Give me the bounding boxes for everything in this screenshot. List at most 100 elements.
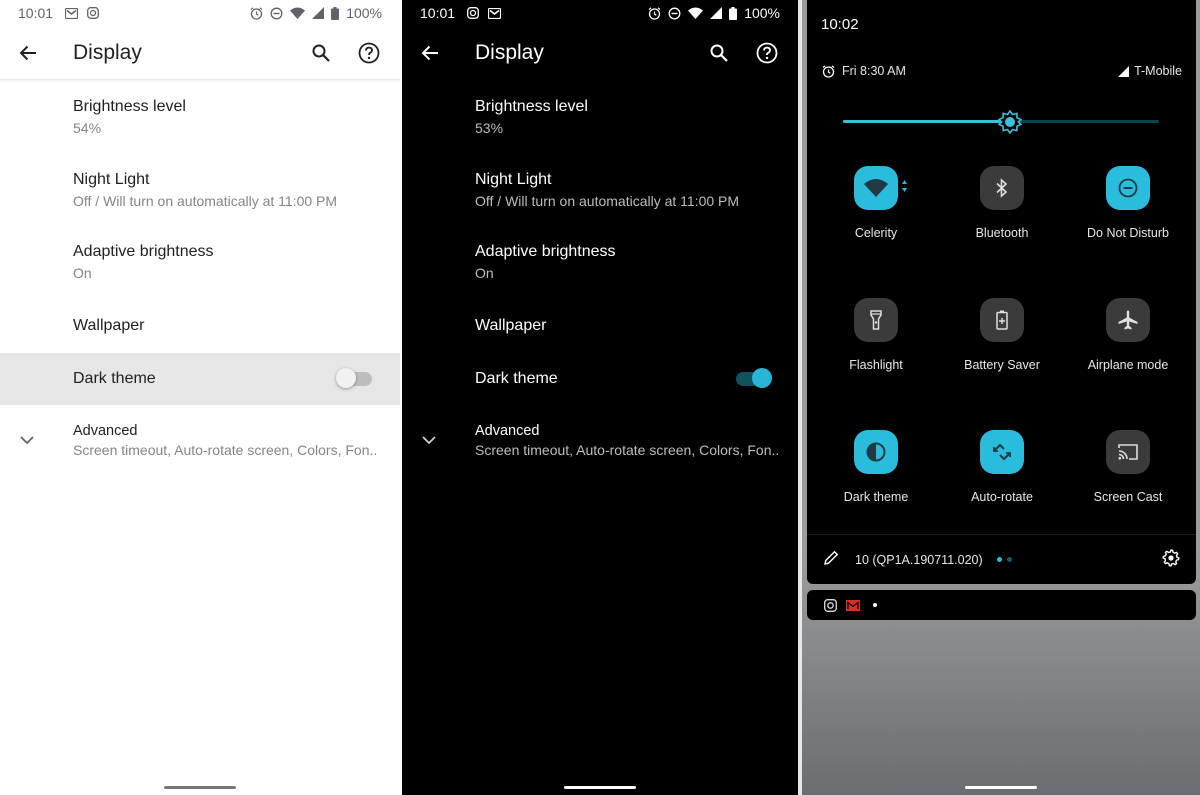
tile-icon-bg xyxy=(1106,166,1150,210)
tile-wifi[interactable]: Celerity xyxy=(813,166,939,298)
dark-theme-toggle[interactable] xyxy=(336,367,372,388)
item-title: Brightness level xyxy=(73,98,186,116)
gmail-icon xyxy=(65,7,79,19)
gesture-nav-bar[interactable] xyxy=(164,786,236,789)
alarm-time: Fri 8:30 AM xyxy=(842,64,906,78)
cell-signal-icon xyxy=(1118,65,1130,77)
qs-header-row: Fri 8:30 AM T-Mobile xyxy=(822,64,1182,78)
tile-label: Celerity xyxy=(854,226,898,240)
item-title: Night Light xyxy=(73,170,150,188)
item-subtitle: 53% xyxy=(475,120,504,137)
carrier-name: T-Mobile xyxy=(1134,64,1182,78)
gmail-icon xyxy=(488,7,502,19)
alarm-icon xyxy=(250,6,263,20)
dark-theme-item[interactable]: Dark theme xyxy=(0,352,400,405)
qs-footer: 10 (QP1A.190711.020) xyxy=(807,534,1196,584)
battery-icon xyxy=(331,6,340,20)
adaptive-brightness-item[interactable]: Adaptive brightness On xyxy=(402,226,798,299)
tile-airplane-mode[interactable]: Airplane mode xyxy=(1065,298,1191,430)
tile-bluetooth[interactable]: Bluetooth xyxy=(939,166,1065,298)
tile-do-not-disturb[interactable]: Do Not Disturb xyxy=(1065,166,1191,298)
slider-fill xyxy=(843,120,1011,123)
item-subtitle: Screen timeout, Auto-rotate screen, Colo… xyxy=(73,442,378,458)
advanced-item[interactable]: Advanced Screen timeout, Auto-rotate scr… xyxy=(402,405,798,477)
item-title: Adaptive brightness xyxy=(475,243,616,261)
night-light-item[interactable]: Night Light Off / Will turn on automatic… xyxy=(0,154,400,227)
brightness-level-item[interactable]: Brightness level 54% xyxy=(0,81,400,154)
battery-percent: 100% xyxy=(744,5,780,21)
instagram-icon xyxy=(824,598,837,612)
brightness-slider[interactable] xyxy=(843,109,1159,135)
instagram-icon xyxy=(87,7,99,19)
tile-battery-saver[interactable]: Battery Saver xyxy=(939,298,1065,430)
dark-theme-item[interactable]: Dark theme xyxy=(402,353,798,405)
page-dot xyxy=(1006,557,1012,562)
edit-tiles-button[interactable] xyxy=(823,550,839,569)
instagram-icon xyxy=(467,7,479,19)
night-light-item[interactable]: Night Light Off / Will turn on automatic… xyxy=(402,154,798,227)
search-button[interactable] xyxy=(704,38,734,68)
data-activity-icon xyxy=(902,180,907,192)
advanced-item[interactable]: Advanced Screen timeout, Auto-rotate scr… xyxy=(0,405,400,477)
status-bar: 10:01 100% xyxy=(0,0,400,26)
build-number[interactable]: 10 (QP1A.190711.020) xyxy=(855,553,983,567)
auto-rotate-icon xyxy=(993,443,1011,461)
status-bar: 10:01 100% xyxy=(402,0,798,26)
cell-signal-icon xyxy=(710,7,723,19)
gesture-nav-bar[interactable] xyxy=(965,786,1037,789)
brightness-knob-icon[interactable] xyxy=(998,109,1023,135)
tile-label: Auto-rotate xyxy=(971,490,1033,504)
page-title: Display xyxy=(475,41,544,64)
tile-label: Airplane mode xyxy=(1087,358,1169,372)
do-not-disturb-icon xyxy=(270,7,283,20)
page-indicator xyxy=(996,557,1012,562)
battery-icon xyxy=(729,6,738,20)
help-icon xyxy=(756,42,778,64)
dark-theme-toggle[interactable] xyxy=(736,367,772,388)
item-title: Adaptive brightness xyxy=(73,243,214,261)
tile-icon-bg xyxy=(854,166,907,210)
notification-bar[interactable] xyxy=(807,590,1196,620)
tile-icon-bg xyxy=(1106,298,1150,342)
adaptive-brightness-item[interactable]: Adaptive brightness On xyxy=(0,226,400,299)
wallpaper-item[interactable]: Wallpaper xyxy=(0,299,400,353)
help-button[interactable] xyxy=(354,38,384,68)
search-button[interactable] xyxy=(306,38,336,68)
flashlight-icon xyxy=(870,310,882,330)
qs-clock: 10:02 xyxy=(821,16,859,33)
gmail-icon xyxy=(846,599,860,611)
alarm-icon xyxy=(648,6,661,20)
help-icon xyxy=(358,42,380,63)
app-bar: Display xyxy=(0,26,400,80)
gesture-nav-bar[interactable] xyxy=(564,786,636,789)
status-time: 10:01 xyxy=(420,5,456,21)
bluetooth-icon xyxy=(996,178,1008,198)
screen-cast-icon xyxy=(1118,444,1138,460)
dark-display-settings-screen: 10:01 100% Display Brightness level 53% xyxy=(402,0,798,795)
alarm-icon xyxy=(822,64,835,78)
settings-list: Brightness level 54% Night Light Off / W… xyxy=(0,81,400,477)
chevron-down-icon xyxy=(422,432,436,450)
tile-icon-bg xyxy=(1106,430,1150,474)
page-dot-active xyxy=(996,557,1002,562)
tile-label: Flashlight xyxy=(849,358,903,372)
chevron-down-icon xyxy=(20,432,34,450)
tile-flashlight[interactable]: Flashlight xyxy=(813,298,939,430)
search-icon xyxy=(312,44,330,62)
back-button[interactable] xyxy=(402,26,458,80)
wallpaper-item[interactable]: Wallpaper xyxy=(402,299,798,353)
item-title: Night Light xyxy=(475,170,552,188)
search-icon xyxy=(710,44,728,62)
back-button[interactable] xyxy=(0,26,56,80)
wifi-icon xyxy=(688,7,704,19)
item-subtitle: Off / Will turn on automatically at 11:0… xyxy=(73,192,338,209)
tile-icon-bg xyxy=(854,430,898,474)
tile-label: Dark theme xyxy=(843,490,909,504)
settings-button[interactable] xyxy=(1162,549,1180,570)
brightness-level-item[interactable]: Brightness level 53% xyxy=(402,81,798,154)
wifi-icon xyxy=(290,7,306,19)
item-subtitle: On xyxy=(475,265,494,282)
tile-label: Bluetooth xyxy=(975,226,1029,240)
help-button[interactable] xyxy=(752,38,782,68)
next-alarm[interactable]: Fri 8:30 AM xyxy=(822,64,906,78)
